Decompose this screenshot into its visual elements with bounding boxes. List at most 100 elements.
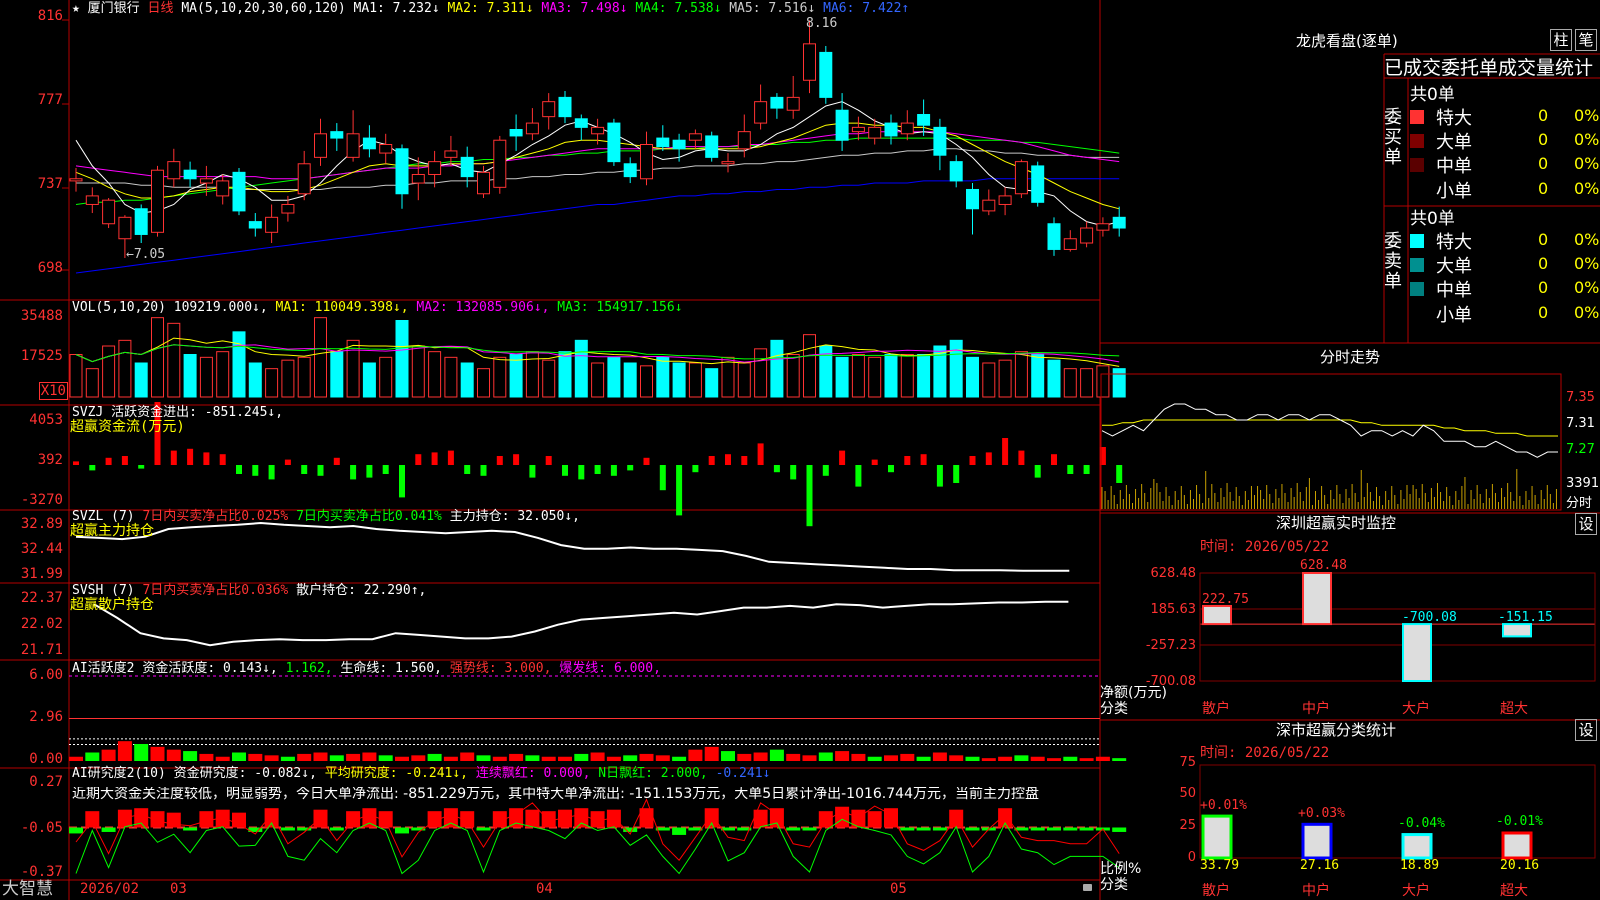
candle-body — [623, 163, 637, 178]
szjk-axis-2: 185.63 — [1150, 602, 1197, 617]
buy-xl-swatch — [1410, 110, 1424, 124]
buy-large-label: 大单 — [1436, 132, 1472, 153]
buy-mid-label: 中单 — [1436, 156, 1472, 177]
volume-bar — [1031, 354, 1045, 398]
candle-body — [281, 203, 295, 214]
lhb-tick-button[interactable]: 笔 — [1575, 29, 1597, 51]
research-red-line — [75, 798, 1120, 861]
activity-bar — [199, 753, 214, 761]
fund-flow-bar — [89, 465, 96, 471]
ssfl-val-1: 27.16 — [1300, 858, 1340, 873]
activity-bar — [1112, 758, 1127, 761]
air-desc: 近期大资金关注度较低，明显弱势，今日大单净流出: -851.229万元，其中特大… — [72, 787, 1039, 802]
ssfl-settings-button[interactable]: 设 — [1575, 719, 1597, 741]
volume-bar — [623, 362, 637, 398]
ssfl-val-2: 18.89 — [1400, 858, 1440, 873]
fund-flow-bar — [839, 450, 846, 465]
szjk-cat-0: 散户 — [1202, 701, 1230, 717]
lhb-heading: 已成交委托单成交量统计 — [1384, 57, 1594, 79]
fund-flow-bar — [480, 465, 487, 476]
activity-bar — [362, 752, 377, 761]
volume-bar — [558, 351, 572, 398]
buy-mid-count: 0 — [1538, 154, 1549, 173]
activity-bar — [509, 753, 524, 761]
research-bar — [1030, 827, 1045, 831]
buy-small-pct: 0% — [1574, 179, 1600, 198]
svsh-axis-top: 22.37 — [20, 590, 63, 606]
svzj-sub: 超赢资金流(万元) — [70, 419, 185, 435]
lhb-title: 龙虎看盘(逐单) — [1296, 32, 1398, 50]
volume-bar — [688, 362, 702, 398]
candle-body — [982, 199, 996, 212]
star-icon[interactable]: ★ — [72, 1, 80, 16]
ai2-axis-top: 6.00 — [29, 667, 63, 683]
svzl-name: SVZL (7) — [72, 509, 135, 524]
fund-flow-bar — [301, 465, 308, 474]
fund-flow-bar — [219, 454, 226, 465]
volume-bar — [754, 348, 768, 398]
lock-icon[interactable] — [1083, 884, 1092, 891]
candle-body — [362, 137, 376, 150]
research-bar — [965, 827, 980, 831]
activity-bar — [248, 753, 263, 761]
lhb-column-button[interactable]: 柱 — [1550, 29, 1572, 51]
fund-flow-bar — [170, 450, 177, 465]
app-window: ★ 厦门银行 日线 MA(5,10,20,30,60,120) MA1: 7.2… — [0, 0, 1600, 900]
volume-bar — [851, 354, 865, 398]
activity-bar — [949, 755, 964, 761]
volume-bar — [314, 317, 327, 398]
fund-flow-bar — [121, 456, 128, 465]
volume-bar — [672, 362, 686, 398]
activity-bar — [101, 749, 116, 761]
activity-bar — [786, 753, 801, 761]
volume-bar — [199, 356, 213, 398]
ssfl-xlabel: 分类 — [1100, 877, 1128, 893]
sell-large-label: 大单 — [1436, 256, 1472, 277]
sell-small-count: 0 — [1538, 303, 1549, 322]
period-label[interactable]: 日线 — [148, 1, 174, 16]
svzl-sub: 超赢主力持仓 — [70, 523, 154, 539]
candle-body — [118, 216, 132, 240]
candle-body — [460, 156, 474, 178]
szjk-val-2: -700.08 — [1402, 610, 1457, 625]
volume-bar — [102, 345, 116, 398]
candle-body — [688, 133, 702, 141]
activity-bar — [297, 753, 312, 761]
sell-xl-pct: 0% — [1574, 230, 1600, 249]
activity-bar — [492, 756, 507, 761]
activity-bar — [476, 755, 491, 761]
candle-body — [102, 199, 116, 225]
candle-body — [183, 169, 197, 180]
fund-flow-bar — [757, 443, 764, 465]
svzj-value: 活跃资金进出: -851.245↓, — [111, 405, 284, 420]
ssfl-cat-1: 中户 — [1302, 883, 1330, 899]
svzj-axis-bot: -3270 — [20, 492, 63, 508]
candle-body — [151, 169, 164, 233]
sell-large-swatch — [1410, 258, 1424, 272]
air-t3: 连续飘红: 0.000, — [475, 766, 591, 781]
ssfl-cat-0: 散户 — [1202, 883, 1230, 899]
app-brand[interactable]: 大智慧 — [2, 880, 53, 899]
volume-bar — [656, 356, 670, 398]
research-bar — [443, 808, 458, 828]
fund-flow-bar — [447, 450, 454, 465]
candle-body — [998, 195, 1012, 205]
x-label-04: 04 — [536, 881, 553, 897]
fund-flow-bar — [1116, 465, 1123, 483]
candle-body — [1096, 223, 1110, 231]
szjk-settings-button[interactable]: 设 — [1575, 513, 1597, 535]
fund-flow-bar — [871, 459, 878, 465]
ma-params: MA(5,10,20,30,60,120) — [181, 1, 346, 16]
volume-bar — [493, 356, 507, 398]
stock-name: 厦门银行 — [87, 1, 140, 16]
activity-bar — [655, 755, 670, 761]
szjk-axis-1: 628.48 — [1150, 566, 1197, 581]
volume-bar — [477, 368, 490, 398]
ssfl-axis-2: 50 — [1179, 786, 1196, 801]
ai2-t1: 资金活跃度: 0.143↓, — [142, 661, 278, 676]
fund-flow-bar — [627, 465, 634, 471]
fund-flow-bar — [496, 456, 503, 465]
fund-flow-bar — [659, 465, 666, 491]
activity-bar — [721, 751, 735, 761]
buy-small-count: 0 — [1538, 179, 1549, 198]
